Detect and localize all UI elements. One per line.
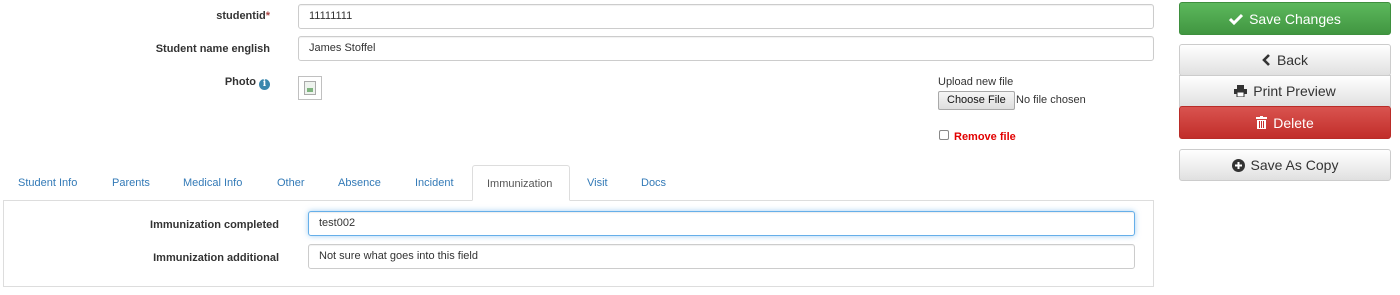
printer-icon [1234,85,1248,97]
upload-label: Upload new file [938,76,1014,88]
photo-label: Photo i [100,76,270,90]
choose-file-button[interactable]: Choose File [938,91,1015,110]
student-name-input[interactable]: James Stoffel [298,36,1154,61]
immunization-completed-label: Immunization completed [150,219,279,231]
tab-absence[interactable]: Absence [324,165,395,201]
save-as-copy-button[interactable]: Save As Copy [1179,149,1391,181]
immunization-additional-label: Immunization additional [153,252,279,264]
tab-student-info[interactable]: Student Info [4,165,91,201]
save-changes-button[interactable]: Save Changes [1179,2,1391,35]
delete-label: Delete [1273,114,1314,131]
tab-incident[interactable]: Incident [401,165,468,201]
info-circle-icon[interactable]: i [259,79,270,90]
no-file-text: No file chosen [1016,94,1086,106]
immunization-additional-input[interactable]: Not sure what goes into this field [308,244,1135,269]
tab-docs[interactable]: Docs [627,165,680,201]
broken-image-icon [298,76,322,100]
delete-button[interactable]: Delete [1179,106,1391,139]
save-as-copy-label: Save As Copy [1250,157,1339,173]
save-changes-label: Save Changes [1249,10,1341,27]
trash-icon [1256,116,1268,129]
remove-file-label: Remove file [954,131,1016,143]
tab-parents[interactable]: Parents [98,165,164,201]
tab-visit[interactable]: Visit [573,165,622,201]
back-button[interactable]: Back [1179,44,1391,76]
tab-immunization[interactable]: Immunization [472,165,570,201]
tab-medical-info[interactable]: Medical Info [169,165,256,201]
immunization-completed-input[interactable]: test002 [308,211,1135,236]
required-marker: * [265,10,270,22]
tab-other[interactable]: Other [263,165,319,201]
studentid-label: studentid* [216,10,270,22]
plus-circle-icon [1231,158,1245,172]
print-preview-button[interactable]: Print Preview [1179,75,1391,107]
print-preview-label: Print Preview [1253,83,1336,99]
chevron-left-icon [1262,54,1270,66]
studentid-input[interactable]: 11111111 [298,4,1154,29]
student-name-label: Student name english [155,43,270,55]
checkmark-icon [1229,13,1244,25]
remove-file-checkbox[interactable] [939,130,949,140]
back-label: Back [1276,52,1309,68]
